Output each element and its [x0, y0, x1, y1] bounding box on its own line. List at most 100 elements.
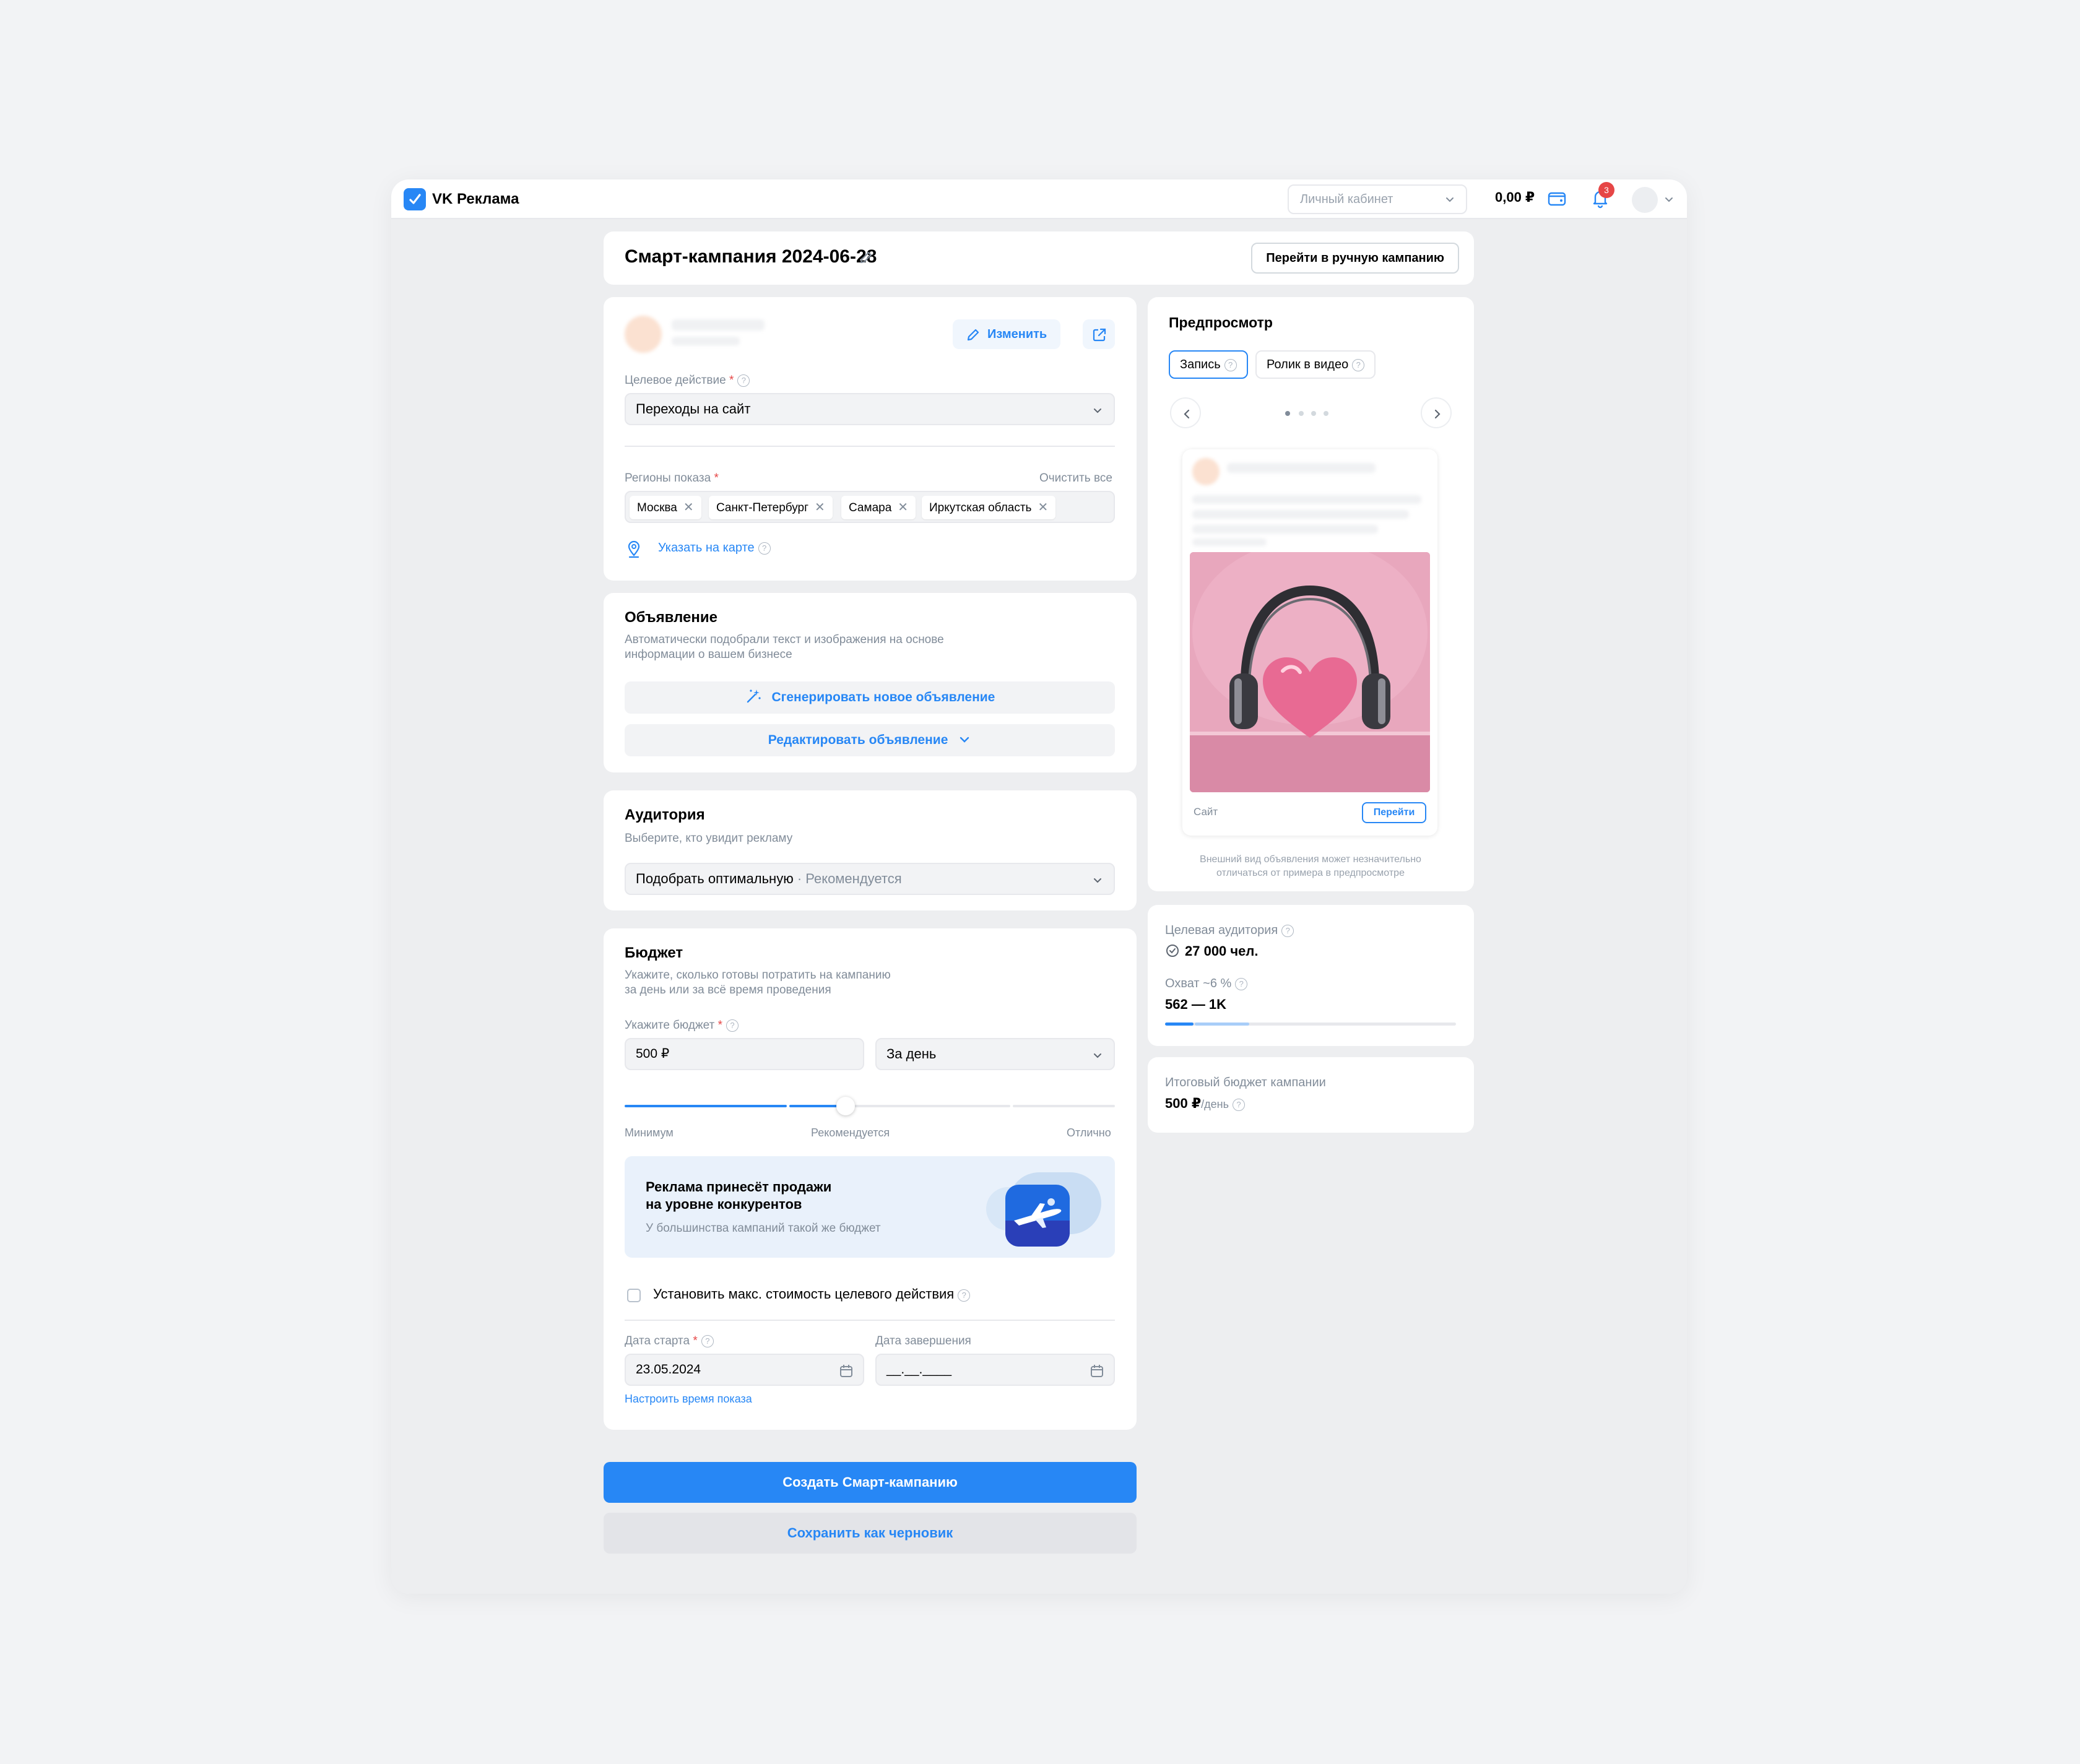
chevron-down-icon[interactable] — [1663, 193, 1675, 205]
tab-video[interactable]: Ролик в видео? — [1255, 350, 1376, 379]
audience-subtitle: Выберите, кто увидит рекламу — [625, 832, 793, 845]
notification-badge: 3 — [1598, 182, 1614, 198]
max-cost-checkbox[interactable] — [627, 1289, 641, 1302]
total-budget-value: 500 ₽/день? — [1165, 1096, 1245, 1112]
max-cost-label: Установить макс. стоимость целевого дейс… — [653, 1286, 971, 1302]
user-avatar[interactable] — [1632, 187, 1658, 213]
regions-label: Регионы показа * — [625, 472, 719, 485]
chevron-down-icon — [1094, 878, 1101, 883]
map-pin-icon — [628, 540, 640, 558]
preview-disclaimer: Внешний вид объявления может незначитель… — [1200, 854, 1421, 878]
budget-amount-input[interactable]: 500 ₽ — [625, 1038, 864, 1070]
close-icon[interactable]: ✕ — [898, 496, 908, 519]
help-icon: ? — [958, 1289, 971, 1302]
budget-card: Бюджет Укажите, сколько готовы потратить… — [604, 928, 1137, 1430]
save-draft-button[interactable]: Сохранить как черновик — [604, 1513, 1137, 1554]
audience-stat-value: 27 000 чел. — [1185, 943, 1259, 959]
edit-community-button[interactable]: Изменить — [953, 319, 1061, 349]
ad-title: Объявление — [625, 609, 717, 626]
magic-wand-icon — [747, 690, 761, 703]
slider-mid-label: Рекомендуется — [811, 1126, 890, 1139]
total-budget-card: Итоговый бюджет кампании 500 ₽/день? — [1148, 1057, 1474, 1133]
slide-dot[interactable] — [1324, 411, 1328, 416]
slide-dot[interactable] — [1311, 411, 1316, 416]
close-icon[interactable]: ✕ — [815, 496, 825, 519]
ad-preview-post: Сайт Перейти — [1182, 449, 1437, 836]
budget-title: Бюджет — [625, 945, 683, 961]
open-external-button[interactable] — [1083, 319, 1115, 349]
region-chip[interactable]: Самара ✕ — [841, 496, 916, 519]
banner-title: Реклама принесёт продажи на уровне конкур… — [646, 1179, 832, 1212]
manual-campaign-button[interactable]: Перейти в ручную кампанию — [1251, 243, 1459, 274]
edit-ad-button[interactable]: Редактировать объявление — [625, 724, 1115, 756]
help-icon: ? — [1352, 359, 1365, 371]
close-icon[interactable]: ✕ — [683, 496, 694, 519]
pencil-icon[interactable] — [857, 249, 875, 266]
chevron-down-icon — [1446, 197, 1454, 202]
region-chip[interactable]: Москва ✕ — [630, 496, 701, 519]
help-icon: ? — [1235, 978, 1248, 990]
next-slide-button[interactable] — [1421, 397, 1452, 428]
reach-value: 562 — 1K — [1165, 997, 1227, 1012]
start-date-input[interactable]: 23.05.2024 — [625, 1354, 864, 1386]
logo[interactable]: VK Реклама — [404, 188, 519, 210]
wallet-icon[interactable] — [1546, 188, 1567, 209]
airplane-app-icon — [1005, 1185, 1070, 1247]
reach-bar — [1165, 1023, 1456, 1026]
budget-subtitle: Укажите, сколько готовы потратить на кам… — [625, 969, 891, 997]
budget-amount-label: Укажите бюджет *? — [625, 1019, 739, 1032]
ad-image — [1190, 552, 1430, 792]
close-icon[interactable]: ✕ — [1038, 496, 1048, 519]
competitor-banner: Реклама принесёт продажи на уровне конкур… — [625, 1156, 1115, 1258]
start-date-label: Дата старта *? — [625, 1334, 714, 1348]
reach-label: Охват ~6 %? — [1165, 977, 1248, 991]
help-icon: ? — [1232, 1099, 1245, 1111]
app-window: VK Реклама Личный кабинет 0,00 ₽ 3 Смарт… — [391, 179, 1687, 1594]
regions-field[interactable]: Москва ✕ Санкт-Петербург ✕ Самара ✕ Иркутск… — [625, 491, 1115, 523]
community-avatar — [625, 316, 662, 353]
site-label: Сайт — [1194, 806, 1218, 818]
help-icon: ? — [1224, 359, 1237, 371]
generate-ad-button[interactable]: Сгенерировать новое объявление — [625, 681, 1115, 714]
chevron-down-icon — [1094, 409, 1101, 413]
preview-card: Предпросмотр Запись? Ролик в видео? Сайт… — [1148, 297, 1474, 891]
tab-post[interactable]: Запись? — [1169, 350, 1248, 379]
help-icon: ? — [737, 374, 750, 387]
target-action-select[interactable]: Переходы на сайт — [625, 393, 1115, 425]
balance: 0,00 ₽ — [1495, 189, 1535, 205]
prev-slide-button[interactable] — [1170, 397, 1201, 428]
chevron-down-icon — [1094, 1053, 1101, 1058]
external-link-icon — [1093, 328, 1106, 342]
logo-text: VK Реклама — [432, 191, 519, 207]
stats-card: Целевая аудитория? 27 000 чел. Охват ~6 … — [1148, 905, 1474, 1046]
clear-all-link[interactable]: Очистить все — [1039, 472, 1112, 485]
audience-select[interactable]: Подобрать оптимальную · Рекомендуется — [625, 863, 1115, 895]
calendar-icon[interactable] — [1089, 1363, 1105, 1379]
create-campaign-button[interactable]: Создать Смарт-кампанию — [604, 1462, 1137, 1503]
slider-max-label: Отлично — [1067, 1126, 1111, 1139]
campaign-title-card: Смарт-кампания 2024-06-28 Перейти в ручн… — [604, 231, 1474, 285]
banner-subtitle: У большинства кампаний такой же бюджет — [646, 1222, 881, 1235]
schedule-link[interactable]: Настроить время показа — [625, 1393, 752, 1406]
slide-dot[interactable] — [1299, 411, 1304, 416]
go-button[interactable]: Перейти — [1362, 802, 1426, 823]
audience-title: Аудитория — [625, 806, 705, 823]
slide-dot[interactable] — [1285, 411, 1290, 416]
region-chip[interactable]: Санкт-Петербург ✕ — [709, 496, 833, 519]
setup-card: Изменить Целевое действие *? Переходы на… — [604, 297, 1137, 581]
audience-stat-label: Целевая аудитория? — [1165, 923, 1294, 938]
calendar-icon[interactable] — [838, 1363, 854, 1379]
budget-period-select[interactable]: За день — [875, 1038, 1115, 1070]
target-action-label: Целевое действие *? — [625, 374, 750, 387]
slider-thumb[interactable] — [836, 1097, 855, 1115]
page-title: Смарт-кампания 2024-06-28 — [625, 246, 877, 267]
help-icon: ? — [1281, 925, 1294, 937]
help-icon: ? — [758, 542, 771, 555]
region-chip[interactable]: Иркутская область ✕ — [922, 496, 1056, 519]
preview-title: Предпросмотр — [1169, 314, 1273, 331]
map-link[interactable]: Указать на карте? — [658, 541, 771, 555]
cabinet-select[interactable]: Личный кабинет — [1288, 184, 1467, 214]
cabinet-placeholder: Личный кабинет — [1300, 192, 1393, 206]
end-date-input[interactable]: __.__.____ — [875, 1354, 1115, 1386]
top-bar: VK Реклама Личный кабинет 0,00 ₽ 3 — [391, 179, 1687, 219]
